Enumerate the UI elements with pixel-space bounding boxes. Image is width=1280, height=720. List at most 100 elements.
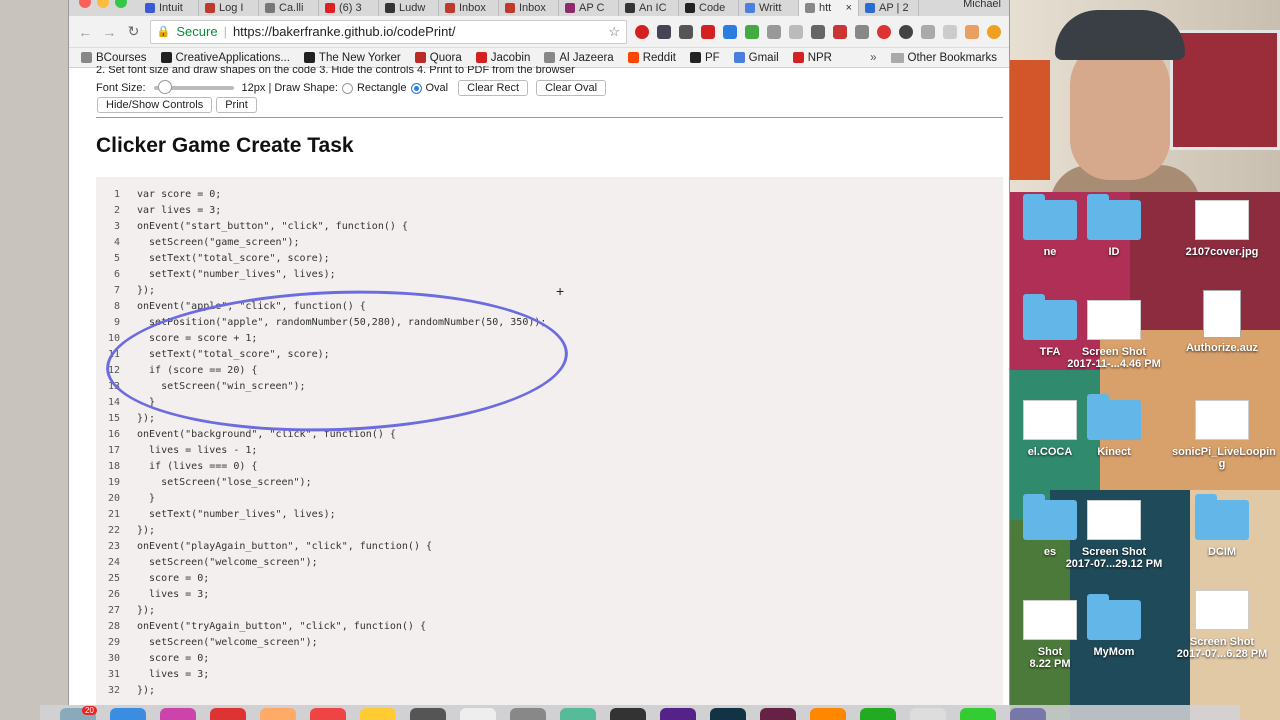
dock-app-icon[interactable]: [560, 708, 596, 720]
desktop-icon[interactable]: MyMom: [1064, 594, 1164, 658]
desktop-icon[interactable]: 2107cover.jpg: [1172, 200, 1272, 258]
indesign-dock-icon[interactable]: [760, 708, 796, 720]
bookmark-item[interactable]: Jacobin: [475, 52, 530, 64]
font-size-slider[interactable]: [153, 80, 234, 94]
browser-tab[interactable]: Writt: [739, 0, 799, 16]
bookmark-item[interactable]: Reddit: [627, 52, 676, 64]
desktop-icon[interactable]: Kinect: [1064, 394, 1164, 458]
line-number: 26: [107, 588, 120, 600]
safari-dock-icon[interactable]: [110, 708, 146, 720]
back-icon[interactable]: ←: [77, 24, 93, 40]
dock-app-icon[interactable]: [910, 708, 946, 720]
adblock-icon[interactable]: [876, 24, 891, 39]
code-line: 9 setPosition("apple", randomNumber(50,2…: [96, 314, 1003, 330]
extension-icon[interactable]: [832, 24, 847, 39]
dock-app-icon[interactable]: [460, 708, 496, 720]
tab-label: An IC: [639, 2, 667, 14]
bookmark-item[interactable]: Gmail: [733, 52, 779, 64]
dock-app-icon[interactable]: [360, 708, 396, 720]
illustrator-dock-icon[interactable]: [810, 708, 846, 720]
extension-icon[interactable]: [656, 24, 671, 39]
extension-icon[interactable]: [766, 24, 781, 39]
bookmarks-overflow-icon[interactable]: »: [870, 52, 876, 64]
extension-icon[interactable]: [942, 24, 957, 39]
forward-icon[interactable]: →: [101, 24, 117, 40]
desktop-icon[interactable]: Screen Shot 2017-07...6.28 PM: [1172, 590, 1272, 660]
bookmark-star-icon[interactable]: ☆: [608, 24, 620, 40]
messages-dock-icon[interactable]: [960, 708, 996, 720]
excel-dock-icon[interactable]: [860, 708, 896, 720]
browser-tab[interactable]: Log I: [199, 0, 259, 16]
dock-app-icon[interactable]: [410, 708, 446, 720]
extension-icon[interactable]: [788, 24, 803, 39]
extension-icon[interactable]: [678, 24, 693, 39]
reload-icon[interactable]: ↻: [125, 23, 141, 40]
bookmark-item[interactable]: NPR: [792, 52, 832, 64]
code-line: 5 setText("total_score", score);: [96, 250, 1003, 266]
tab-label: Ludw: [399, 2, 426, 14]
browser-tab[interactable]: (6) 3: [319, 0, 379, 16]
bookmark-item[interactable]: PF: [689, 52, 720, 64]
dock-notification-badge: 20: [82, 706, 97, 715]
minimize-window-button[interactable]: [97, 0, 109, 8]
dock-app-icon[interactable]: [310, 708, 346, 720]
bookmark-item[interactable]: Al Jazeera: [544, 52, 614, 64]
zoom-window-button[interactable]: [115, 0, 127, 8]
dock-app-icon[interactable]: [610, 708, 646, 720]
code-text: onEvent("start_button", "click", functio…: [137, 220, 408, 232]
extension-icon[interactable]: [744, 24, 759, 39]
desktop-icon[interactable]: Authorize.auz: [1172, 290, 1272, 354]
bookmark-item[interactable]: BCourses: [81, 52, 147, 64]
extension-icon[interactable]: [700, 24, 715, 39]
oval-radio[interactable]: [410, 82, 422, 94]
line-number: 13: [107, 380, 120, 392]
slider-knob[interactable]: [157, 80, 172, 94]
extension-icon[interactable]: [920, 24, 935, 39]
photos-dock-icon[interactable]: [260, 708, 296, 720]
clear-rect-button[interactable]: Clear Rect: [458, 80, 529, 96]
desktop-icon[interactable]: Screen Shot 2017-11-...4.46 PM: [1064, 300, 1164, 370]
browser-tab[interactable]: Code: [679, 0, 739, 16]
camera-extension-icon[interactable]: [854, 24, 869, 39]
close-tab-icon[interactable]: ×: [846, 2, 852, 14]
dock-app-icon[interactable]: [160, 708, 196, 720]
hide-show-controls-button[interactable]: Hide/Show Controls: [97, 97, 213, 113]
premiere-dock-icon[interactable]: [660, 708, 696, 720]
extension-icons: [634, 24, 1001, 39]
bookmark-item[interactable]: CreativeApplications...: [160, 52, 290, 64]
browser-tab[interactable]: Ca.lli: [259, 0, 319, 16]
address-bar[interactable]: 🔒 Secure | https://bakerfranke.github.io…: [149, 19, 627, 44]
opera-extension-icon[interactable]: [634, 24, 649, 39]
alert-icon[interactable]: [986, 24, 1001, 39]
browser-tab[interactable]: Ludw: [379, 0, 439, 16]
browser-tab[interactable]: Inbox: [439, 0, 499, 16]
profile-name[interactable]: Michael: [963, 0, 1001, 10]
browser-tab[interactable]: Intuit: [139, 0, 199, 16]
lock-icon: 🔒: [156, 26, 171, 38]
print-button[interactable]: Print: [216, 97, 257, 113]
code-block[interactable]: 1 var score = 0; 2 var lives = 3; 3 onEvent("…: [96, 177, 1003, 705]
photoshop-dock-icon[interactable]: [710, 708, 746, 720]
browser-tab[interactable]: An IC: [619, 0, 679, 16]
extension-icon[interactable]: [722, 24, 737, 39]
desktop-icon[interactable]: ID: [1064, 194, 1164, 258]
rectangle-radio[interactable]: [341, 82, 353, 94]
bookmark-item[interactable]: Quora: [414, 52, 462, 64]
desktop-icon[interactable]: sonicPi_LiveLoopin g: [1172, 400, 1276, 470]
info-extension-icon[interactable]: [898, 24, 913, 39]
extension-icon[interactable]: [810, 24, 825, 39]
bookmark-item[interactable]: The New Yorker: [303, 52, 401, 64]
dock-app-icon[interactable]: [1010, 708, 1046, 720]
dock-app-icon[interactable]: [510, 708, 546, 720]
browser-tab[interactable]: Inbox: [499, 0, 559, 16]
browser-tab[interactable]: AP | 2: [859, 0, 919, 16]
desktop-icon[interactable]: Screen Shot 2017-07...29.12 PM: [1064, 500, 1164, 570]
browser-tab[interactable]: AP C: [559, 0, 619, 16]
extension-icon[interactable]: [964, 24, 979, 39]
clear-oval-button[interactable]: Clear Oval: [536, 80, 607, 96]
desktop-icon[interactable]: DCIM: [1172, 494, 1272, 558]
other-bookmarks[interactable]: Other Bookmarks: [890, 52, 997, 64]
dock-app-icon[interactable]: [210, 708, 246, 720]
browser-tab[interactable]: htt ×: [799, 0, 859, 16]
close-window-button[interactable]: [79, 0, 91, 8]
